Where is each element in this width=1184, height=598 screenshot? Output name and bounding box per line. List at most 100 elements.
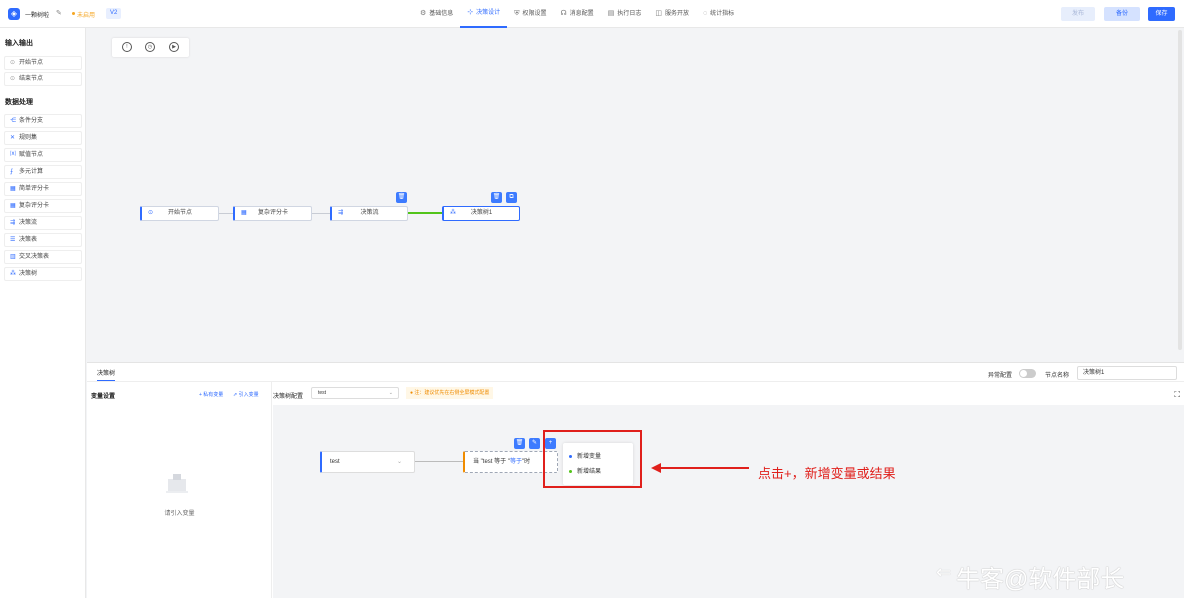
info-icon[interactable]: ! xyxy=(122,42,132,52)
palette-item-label: 结束节点 xyxy=(19,76,44,82)
edge-start-scorecard xyxy=(219,213,233,214)
flow-node-complex-scorecard[interactable]: ▦ 复杂评分卡 xyxy=(233,206,312,221)
tab-label: 权限设置 xyxy=(522,11,547,17)
palette-item-tree[interactable]: ⁂ 决策树 xyxy=(4,267,82,281)
flow-canvas[interactable]: ! ◷ ▶ ⊙ 开始节点 ▦ 复杂评分卡 🗑 ⇶ 决策流 🗑 ⧉ ⁂ 决策树1 xyxy=(87,28,1184,362)
flow-node-start[interactable]: ⊙ 开始节点 xyxy=(140,206,219,221)
canvas-scrollbar[interactable] xyxy=(1178,30,1182,350)
palette-item-simple-scorecard[interactable]: ▦ 简单评分卡 xyxy=(4,182,82,196)
edit-icon[interactable]: ✎ xyxy=(529,438,540,449)
tab-icon: ⛨ xyxy=(514,10,520,17)
app-root: ◈ 一颗树啦 ✎ 未启用 V2 ⚙ 基础信息 ⊹ 决策设计 ⛨ 权限设置 ☊ 消息配置 ▤ 执行日… xyxy=(0,0,1184,598)
tree-edge xyxy=(415,461,463,462)
palette-item-label: 决策树 xyxy=(19,271,38,277)
palette-item-ruleset[interactable]: ✕ 规则集 xyxy=(4,131,82,145)
flow-node-label: 开始节点 xyxy=(167,210,192,216)
watermark-label: 牛客@软件部长 xyxy=(956,566,1125,593)
delete-icon[interactable]: 🗑 xyxy=(396,192,407,203)
palette-item-end[interactable]: ⊙ 结束节点 xyxy=(4,72,82,86)
tab-1[interactable]: ⊹ 决策设计 xyxy=(460,0,508,28)
tab-label: 决策设计 xyxy=(476,10,501,16)
flow-node-label: 决策树1 xyxy=(470,210,493,216)
history-icon[interactable]: ◷ xyxy=(145,42,155,52)
tab-icon: ⊹ xyxy=(467,9,474,16)
palette-item-cross-table[interactable]: ▥ 交叉决策表 xyxy=(4,250,82,264)
tab-icon: ◫ xyxy=(655,10,662,17)
scorecard-icon: ▦ xyxy=(10,186,16,192)
table-icon: ☰ xyxy=(10,237,16,243)
palette-item-flow[interactable]: ⇶ 决策流 xyxy=(4,216,82,230)
tab-label: 服务开放 xyxy=(664,11,689,17)
version-badge: V2 xyxy=(106,8,122,19)
tab-icon: ▤ xyxy=(607,10,615,17)
backup-button[interactable]: 备份 xyxy=(1104,7,1140,21)
palette-item-label: 复杂评分卡 xyxy=(19,203,50,209)
edit-title-icon[interactable]: ✎ xyxy=(56,9,62,17)
condition-suffix: "时 xyxy=(521,459,531,465)
chevron-down-icon: ⌄ xyxy=(396,459,402,465)
tab-5[interactable]: ◫ 服务开放 xyxy=(648,0,696,28)
tree-root-node[interactable]: test ⌄ xyxy=(320,451,415,473)
fullscreen-icon[interactable]: ⛶ xyxy=(1174,390,1180,400)
edge-flow-tree xyxy=(408,212,442,214)
palette-item-label: 交叉决策表 xyxy=(19,254,50,260)
tab-4[interactable]: ▤ 执行日志 xyxy=(601,0,649,28)
palette-item-complex-scorecard[interactable]: ▦ 复杂评分卡 xyxy=(4,199,82,213)
tree-root-label: test xyxy=(330,459,340,465)
end-node-icon: ⊙ xyxy=(10,76,16,82)
exception-toggle[interactable] xyxy=(1019,369,1036,378)
tab-label: 基础信息 xyxy=(429,11,454,17)
edge-scorecard-flow xyxy=(312,213,330,214)
save-button[interactable]: 保存 xyxy=(1148,7,1175,21)
node-name-label: 节点名称 xyxy=(1045,373,1070,379)
import-variable-button[interactable]: ⇗ 引入变量 xyxy=(233,391,259,398)
tab-decision-tree[interactable]: 决策树 xyxy=(97,368,116,382)
delete-icon[interactable]: 🗑 xyxy=(514,438,525,449)
assign-icon: ⒳ xyxy=(10,152,17,158)
variable-panel: 变量设置 + 私有变量 ⇗ 引入变量 请引入变量 xyxy=(87,382,272,598)
tab-label: 执行日志 xyxy=(617,11,642,17)
node-name-input[interactable]: 决策树1 xyxy=(1077,366,1177,380)
chevron-down-icon: ⌄ xyxy=(388,390,393,396)
arrow-left-icon xyxy=(651,463,749,473)
run-icon[interactable]: ▶ xyxy=(169,42,179,52)
palette-item-label: 简单评分卡 xyxy=(19,186,50,192)
tab-icon: ◌ xyxy=(702,10,708,17)
copy-icon[interactable]: ⧉ xyxy=(506,192,517,203)
tab-2[interactable]: ⛨ 权限设置 xyxy=(507,0,553,28)
canvas-controls: ! ◷ ▶ xyxy=(112,38,189,57)
palette-item-label: 决策表 xyxy=(19,237,38,243)
tree-icon: ⁂ xyxy=(10,271,16,277)
branch-icon: ⋲ xyxy=(10,118,16,124)
palette-item-calc[interactable]: ⨍ 多元计算 xyxy=(4,165,82,179)
node-palette-sidebar: 输入输出 ⊙ 开始节点 ⊙ 结束节点 数据处理 ⋲ 条件分支 ✕ 规则集 ⒳ 赋值节点 ⨍… xyxy=(0,28,86,598)
palette-item-assign[interactable]: ⒳ 赋值节点 xyxy=(4,148,82,162)
tip-text: 注：建议优先在右侧全屏模式配置 xyxy=(414,390,490,396)
flow-node-label: 决策流 xyxy=(360,210,379,216)
tab-0[interactable]: ⚙ 基础信息 xyxy=(413,0,460,28)
flow-node-decision-tree[interactable]: ⁂ 决策树1 xyxy=(442,206,520,221)
delete-icon[interactable]: 🗑 xyxy=(491,192,502,203)
tree-select-value: test xyxy=(318,390,327,396)
tab-3[interactable]: ☊ 消息配置 xyxy=(553,0,600,28)
annotation-text: 点击+，新增变量或结果 xyxy=(758,466,896,481)
condition-text: 当 "test 等于 " xyxy=(473,459,510,465)
flow-node-decision-flow[interactable]: ⇶ 决策流 xyxy=(330,206,408,221)
palette-item-condition[interactable]: ⋲ 条件分支 xyxy=(4,114,82,128)
palette-item-label: 开始节点 xyxy=(19,60,44,66)
empty-box-icon xyxy=(166,474,188,493)
private-variable-button[interactable]: + 私有变量 xyxy=(199,391,223,398)
exception-config-label: 异常配置 xyxy=(988,373,1013,379)
publish-button[interactable]: 发布 xyxy=(1061,7,1095,21)
tab-6[interactable]: ◌ 统计指标 xyxy=(696,0,741,28)
tab-icon: ☊ xyxy=(560,10,567,17)
palette-item-table[interactable]: ☰ 决策表 xyxy=(4,233,82,247)
palette-item-label: 规则集 xyxy=(19,135,38,141)
tree-variable-select[interactable]: test ⌄ xyxy=(311,387,399,399)
empty-state-text: 请引入变量 xyxy=(164,511,195,517)
watermark-logo-icon: ⇐ xyxy=(936,562,952,582)
tab-label: 消息配置 xyxy=(569,11,594,17)
group-title-data: 数据处理 xyxy=(5,99,33,106)
palette-item-start[interactable]: ⊙ 开始节点 xyxy=(4,56,82,70)
palette-item-label: 决策流 xyxy=(19,220,38,226)
